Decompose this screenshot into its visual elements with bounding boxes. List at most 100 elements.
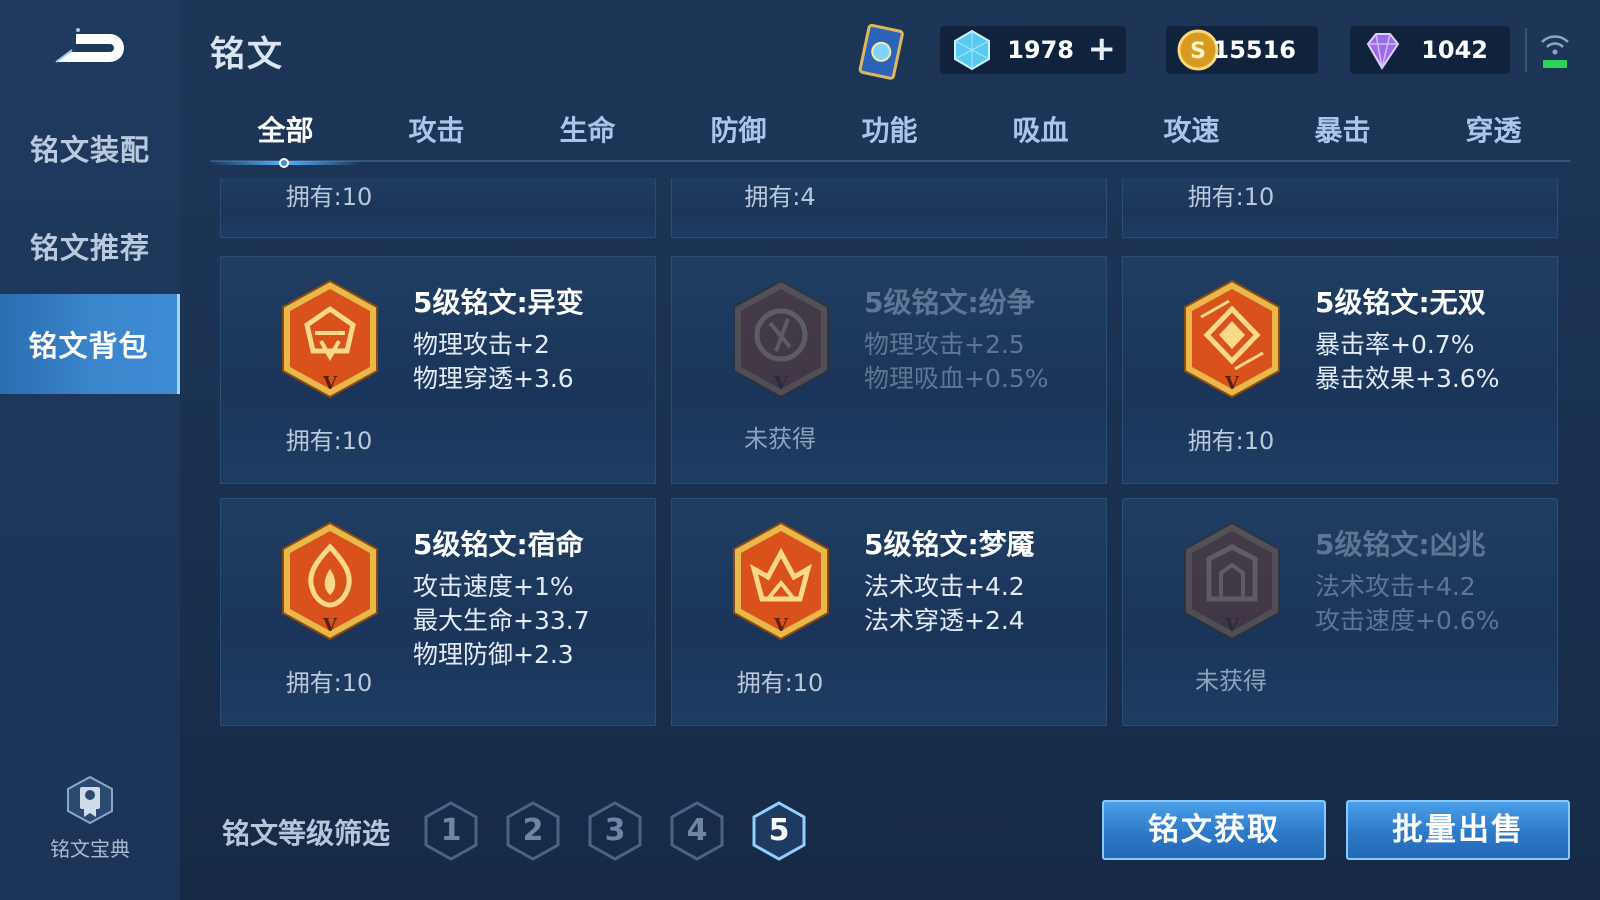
sidebar-item-rune-bag[interactable]: 铭文背包 [0, 294, 180, 394]
tab-attack-speed[interactable]: 攻速 [1116, 108, 1267, 162]
page-title: 铭文 [210, 35, 285, 75]
level-filter-label: 铭文等级筛选 [222, 817, 391, 850]
rune-stat: 法术攻击+4.2 [864, 572, 1025, 601]
tab-label: 暴击 [1314, 114, 1371, 147]
network-signal-icon [1541, 35, 1569, 68]
rune-stat: 物理攻击+2.5 [864, 330, 1025, 359]
rune-card-suming[interactable]: V 5级铭文:宿命 攻击速度+1% 最大生命+33.7 物理防御+2.3 拥有:… [220, 498, 656, 726]
bulk-sell-button[interactable]: 批量出售 [1346, 800, 1570, 860]
crystal-resource: 1978 + [940, 26, 1126, 74]
rune-card-wushuang[interactable]: V 5级铭文:无双 暴击率+0.7% 暴击效果+3.6% 拥有:10 [1122, 256, 1558, 484]
sidebar-item-rune-equip[interactable]: 铭文装配 [0, 98, 180, 198]
rune-title: 5级铭文:梦魇 [864, 528, 1035, 561]
rune-stat: 攻击速度+1% [413, 572, 574, 601]
tab-attack[interactable]: 攻击 [361, 108, 512, 162]
rune-stat: 最大生命+33.7 [413, 606, 590, 635]
tab-defense[interactable]: 防御 [663, 108, 814, 162]
sidebar: 铭文装配 铭文推荐 铭文背包 铭文宝典 [0, 0, 180, 900]
rune-card[interactable]: 拥有:10 [220, 178, 656, 238]
level-number: 4 [686, 813, 708, 848]
crystal-icon [954, 29, 990, 71]
rune-card-yibian[interactable]: V 5级铭文:异变 物理攻击+2 物理穿透+3.6 拥有:10 [220, 256, 656, 484]
owned-count: 未获得 [744, 425, 816, 453]
add-crystal-button[interactable]: + [1088, 32, 1117, 66]
rune-mengyan-icon: V [733, 521, 829, 641]
rune-stat: 物理攻击+2 [413, 330, 550, 359]
rune-title: 5级铭文:异变 [413, 286, 584, 319]
level-number: 3 [604, 813, 626, 848]
rune-suming-icon: V [282, 521, 378, 641]
tab-utility[interactable]: 功能 [814, 108, 965, 162]
codex-badge-icon [67, 775, 113, 825]
svg-text:V: V [773, 615, 789, 636]
crystal-value: 1978 [1007, 36, 1074, 64]
owned-count: 拥有:10 [736, 669, 824, 697]
rune-title: 5级铭文:纷争 [864, 286, 1035, 319]
svg-text:V: V [322, 373, 338, 394]
svg-text:S: S [1190, 39, 1206, 64]
level-filter-1[interactable]: 1 [422, 800, 480, 862]
level-filter-4[interactable]: 4 [668, 800, 726, 862]
sidebar-item-rune-recommend[interactable]: 铭文推荐 [0, 196, 180, 296]
rune-xiongzhao-icon: V [1184, 521, 1280, 641]
rune-stat: 法术穿透+2.4 [864, 606, 1025, 635]
rune-stat: 暴击率+0.7% [1315, 330, 1475, 359]
header-separator [1525, 28, 1527, 72]
tab-lifesteal[interactable]: 吸血 [965, 108, 1116, 162]
rune-grid: 拥有:10 拥有:4 拥有:10 V 5级铭文:异变 物理攻击+2 物理穿透+3… [220, 178, 1560, 738]
svg-text:V: V [322, 615, 338, 636]
back-arrow-icon [55, 28, 124, 63]
tab-label: 攻速 [1163, 114, 1220, 147]
card-icon [858, 23, 904, 80]
owned-count: 拥有:4 [744, 183, 816, 211]
tab-label: 功能 [861, 114, 918, 147]
owned-count: 拥有:10 [285, 669, 373, 697]
svg-text:V: V [1224, 373, 1240, 394]
rune-yibian-icon: V [282, 279, 378, 399]
tab-label: 攻击 [408, 114, 465, 147]
back-button[interactable] [48, 24, 132, 74]
tab-penetration[interactable]: 穿透 [1418, 108, 1569, 162]
rune-stat: 法术攻击+4.2 [1315, 572, 1476, 601]
rune-card-xiongzhao[interactable]: V 5级铭文:凶兆 法术攻击+4.2 攻击速度+0.6% 未获得 [1122, 498, 1558, 726]
rune-card[interactable]: 拥有:10 [1122, 178, 1558, 238]
rune-stat: 攻击速度+0.6% [1315, 606, 1500, 635]
level-number: 5 [768, 813, 790, 848]
rune-title: 5级铭文:凶兆 [1315, 528, 1486, 561]
diamond-value: 1042 [1421, 36, 1488, 64]
tab-label: 生命 [559, 114, 616, 147]
tab-label: 穿透 [1465, 114, 1522, 147]
level-filter-2[interactable]: 2 [504, 800, 562, 862]
rune-screen: 铭文装配 铭文推荐 铭文背包 铭文宝典 铭文 1978 + S 15516 10… [0, 0, 1600, 900]
rune-stat: 暴击效果+3.6% [1315, 364, 1500, 393]
owned-count: 拥有:10 [1187, 427, 1275, 455]
rune-card[interactable]: 拥有:4 [671, 178, 1107, 238]
rune-card-button[interactable] [850, 22, 914, 84]
rune-card-fenzheng[interactable]: V 5级铭文:纷争 物理攻击+2.5 物理吸血+0.5% 未获得 [671, 256, 1107, 484]
tab-health[interactable]: 生命 [512, 108, 663, 162]
tab-label: 全部 [257, 114, 314, 147]
owned-count: 拥有:10 [1187, 183, 1275, 211]
level-number: 2 [522, 813, 544, 848]
level-filter-3[interactable]: 3 [586, 800, 644, 862]
tab-label: 防御 [710, 114, 767, 147]
svg-text:V: V [773, 373, 789, 394]
tab-all[interactable]: 全部 [210, 108, 361, 168]
rune-stat: 物理防御+2.3 [413, 640, 574, 669]
tab-label: 吸血 [1012, 114, 1069, 147]
owned-count: 拥有:10 [285, 183, 373, 211]
owned-count: 未获得 [1195, 667, 1267, 695]
tab-critical[interactable]: 暴击 [1267, 108, 1418, 162]
rune-codex-button[interactable]: 铭文宝典 [30, 775, 150, 865]
level-filter-5[interactable]: 5 [750, 800, 808, 862]
rune-stat: 物理吸血+0.5% [864, 364, 1049, 393]
rune-title: 5级铭文:宿命 [413, 528, 584, 561]
svg-text:V: V [1224, 615, 1240, 636]
diamond-icon [1366, 33, 1400, 70]
category-tabs: 全部 攻击 生命 防御 功能 吸血 攻速 暴击 穿透 [210, 108, 1570, 168]
rune-wushuang-icon: V [1184, 279, 1280, 399]
rune-card-mengyan[interactable]: V 5级铭文:梦魇 法术攻击+4.2 法术穿透+2.4 拥有:10 [671, 498, 1107, 726]
codex-label: 铭文宝典 [50, 837, 130, 861]
gold-resource: S 15516 [1166, 26, 1318, 74]
obtain-rune-button[interactable]: 铭文获取 [1102, 800, 1326, 860]
